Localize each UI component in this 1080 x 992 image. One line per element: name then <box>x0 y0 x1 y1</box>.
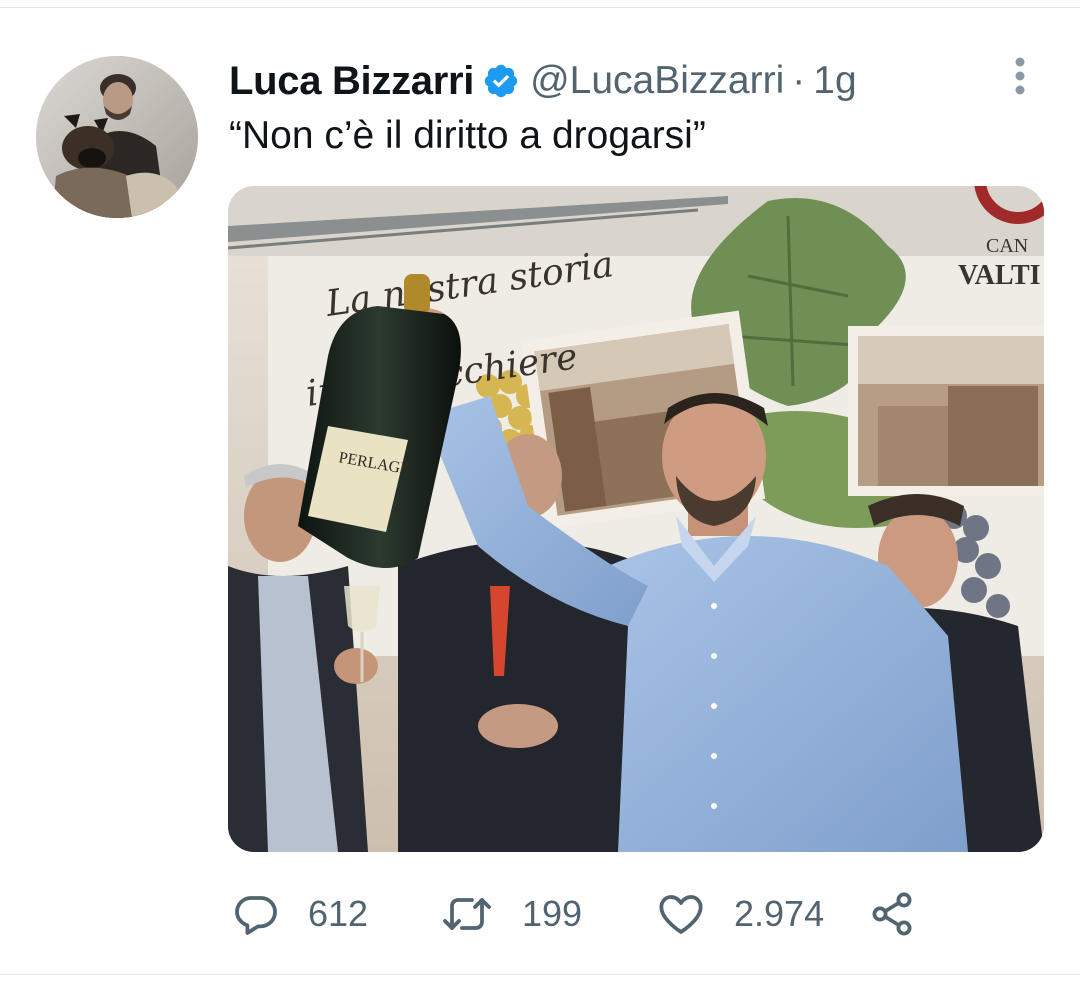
photo-content: La nostra storia in un bicchiere CAN VAL… <box>228 186 1044 852</box>
avatar-image <box>36 56 198 218</box>
top-divider <box>0 0 1080 8</box>
reply-button[interactable]: 612 <box>232 884 368 944</box>
heart-icon <box>659 895 703 934</box>
more-options-button[interactable] <box>1000 54 1040 98</box>
avatar[interactable] <box>36 56 198 218</box>
display-name[interactable]: Luca Bizzarri <box>229 59 474 104</box>
reply-count: 612 <box>308 893 369 934</box>
verified-badge-icon <box>484 64 518 98</box>
reply-icon <box>235 896 277 935</box>
share-icon <box>872 892 912 936</box>
like-button[interactable]: 2.974 <box>656 884 824 944</box>
retweet-button[interactable]: 199 <box>440 884 582 944</box>
tweet-text: “Non c’è il diritto a drogarsi” <box>229 114 706 157</box>
tweet-header: Luca Bizzarri @LucaBizzarri · 1g <box>229 56 857 106</box>
more-vertical-icon <box>1015 57 1025 95</box>
header-separator: · <box>792 59 806 102</box>
banner-brand-top: CAN <box>986 235 1028 257</box>
tweet-timestamp[interactable]: 1g <box>813 59 856 103</box>
bottom-divider <box>0 974 1080 975</box>
retweet-icon <box>443 898 491 930</box>
share-button[interactable] <box>868 884 916 944</box>
tweet-photo[interactable]: La nostra storia in un bicchiere CAN VAL… <box>228 186 1044 852</box>
user-handle[interactable]: @LucaBizzarri <box>530 59 784 103</box>
banner-brand-bottom: VALTI <box>958 260 1041 291</box>
like-count: 2.974 <box>734 893 825 934</box>
retweet-count: 199 <box>522 893 583 934</box>
tweet-action-bar: 612 199 2.974 <box>232 884 932 944</box>
